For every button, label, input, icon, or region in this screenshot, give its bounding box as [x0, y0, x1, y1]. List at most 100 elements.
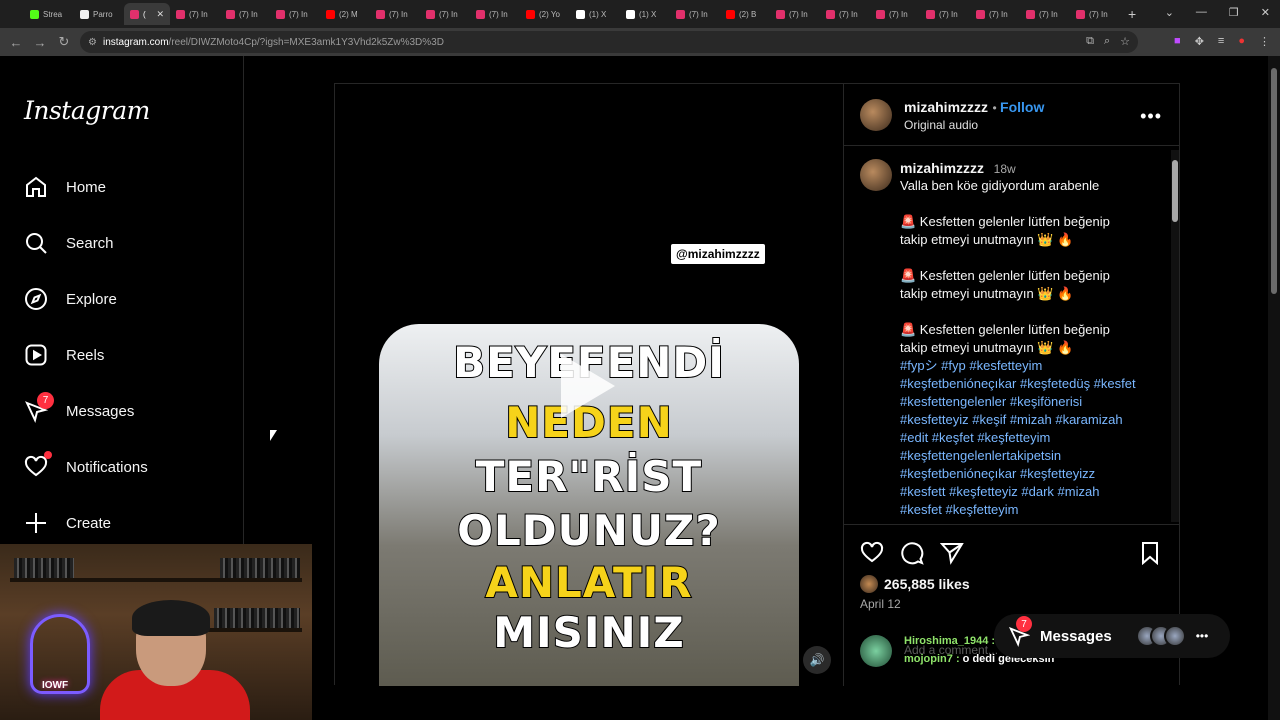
zoom-icon[interactable]: ⌕ — [1104, 35, 1110, 48]
restore-button[interactable]: ❐ — [1229, 6, 1239, 19]
new-tab-button[interactable]: + — [1128, 6, 1136, 22]
back-button[interactable]: ← — [4, 35, 28, 50]
comment-icon[interactable] — [900, 541, 924, 565]
browser-tab[interactable]: (1) X — [570, 3, 620, 25]
browser-tab-strip: Strea Parro(✕ (7) In (7) In (7) In (2) M (7) I… — [0, 0, 1280, 28]
sidebar-item-search[interactable]: Search — [24, 223, 224, 263]
close-tab-icon[interactable]: ✕ — [156, 9, 164, 20]
instagram-logo[interactable]: Instagram — [24, 96, 150, 125]
more-icon[interactable]: ••• — [1196, 629, 1209, 643]
caption-scrollbar[interactable] — [1171, 150, 1179, 522]
reload-button[interactable]: ↻ — [52, 34, 76, 50]
caption-repeat-line: 🚨 Kesfetten gelenler lütfen beğenip — [900, 322, 1110, 337]
browser-tab-label: (1) X — [639, 9, 657, 19]
share-icon[interactable] — [940, 541, 964, 565]
hashtag-line[interactable]: #fypシ #fyp #kesfetteyim — [900, 357, 1042, 375]
browser-tab[interactable]: (7) In — [420, 3, 470, 25]
frame-text-line: MISINIZ — [492, 607, 685, 658]
home-icon — [26, 176, 46, 197]
url-bar[interactable]: ⚙ instagram.com/reel/DIWZMoto4Cp/?igsh=M… — [80, 31, 1138, 53]
browser-tab[interactable]: (2) Yo — [520, 3, 570, 25]
more-options-icon[interactable]: ••• — [1140, 106, 1162, 127]
browser-tab[interactable]: (7) In — [970, 3, 1020, 25]
messages-badge: 7 — [37, 392, 54, 409]
browser-tab[interactable]: (7) In — [370, 3, 420, 25]
bookmark-star-icon[interactable]: ☆ — [1120, 35, 1130, 48]
post-date: April 12 — [860, 597, 901, 611]
reel-viewer: @mizahimzzzz BEYEFENDİ NEDEN TER"RİST OL… — [334, 83, 1180, 686]
page-scrollbar[interactable] — [1268, 56, 1280, 720]
browser-tab[interactable]: (1) X — [620, 3, 670, 25]
save-bookmark-icon[interactable] — [1138, 541, 1162, 565]
messages-label: Messages — [1040, 627, 1112, 645]
sidebar-item-notifications[interactable]: Notifications — [24, 447, 224, 487]
tab-search-icon[interactable]: ⌄ — [1165, 6, 1174, 19]
browser-tab[interactable]: (7) In — [870, 3, 920, 25]
instagram-page: Instagram Home Search Explore Reels 7 Me… — [0, 56, 1280, 720]
avatar[interactable] — [860, 159, 892, 191]
site-info-icon[interactable]: ⚙ — [88, 37, 97, 48]
hashtag-line[interactable]: #edit #keşfet #keşfetteyim — [900, 429, 1050, 447]
browser-tab[interactable]: (7) In — [820, 3, 870, 25]
hashtag-line[interactable]: #kesfet #keşfetteyim — [900, 501, 1019, 519]
browser-tab-label: (7) In — [1089, 9, 1108, 19]
browser-tab[interactable]: (7) In — [170, 3, 220, 25]
tab-favicon-icon — [30, 9, 39, 19]
sidebar-item-home[interactable]: Home — [24, 167, 224, 207]
neon-sign-text: IOWF — [42, 680, 69, 691]
like-heart-icon[interactable] — [860, 541, 884, 565]
browser-tab-label: Strea — [43, 9, 63, 19]
hashtag-line[interactable]: #keşfettengelenlertakipetsin — [900, 447, 1061, 465]
browser-tab-label: (7) In — [839, 9, 858, 19]
browser-tab[interactable]: (✕ — [124, 3, 170, 25]
hashtag-line[interactable]: #keşfetbenióneçıkar #keşfetedüş #kesfet — [900, 375, 1136, 393]
browser-tab[interactable]: Parro — [74, 3, 124, 25]
sidebar-item-explore[interactable]: Explore — [24, 279, 224, 319]
compass-icon — [25, 288, 47, 310]
extensions-puzzle-icon[interactable]: ✥ — [1195, 35, 1204, 48]
post-header: mizahimzzzz • Follow Original audio ••• — [844, 84, 1180, 146]
media-icon[interactable]: ≡ — [1218, 35, 1224, 48]
minimize-button[interactable]: — — [1196, 6, 1207, 19]
close-window-button[interactable]: ✕ — [1261, 6, 1270, 19]
sidebar-item-messages[interactable]: 7 Messages — [24, 391, 224, 431]
install-app-icon[interactable]: ⧉ — [1086, 35, 1094, 48]
hashtag-line[interactable]: #kesfetteyiz #keşif #mizah #karamizah — [900, 411, 1123, 429]
browser-tab[interactable]: (2) B — [720, 3, 770, 25]
browser-menu-icon[interactable]: ⋮ — [1259, 35, 1270, 48]
post-author-username[interactable]: mizahimzzzz — [904, 99, 988, 115]
caption-username[interactable]: mizahimzzzz — [900, 160, 984, 176]
browser-tab[interactable]: (7) In — [1070, 3, 1120, 25]
tab-favicon-icon — [876, 9, 885, 19]
browser-tab-label: (1) X — [589, 9, 607, 19]
browser-tab[interactable]: (7) In — [770, 3, 820, 25]
forward-button[interactable]: → — [28, 35, 52, 50]
sidebar-item-label: Create — [66, 514, 112, 532]
page-scrollbar-thumb[interactable] — [1271, 68, 1277, 294]
hashtag-line[interactable]: #keşfetbenióneçıkar #keşfetteyizz — [900, 465, 1095, 483]
browser-tab[interactable]: (7) In — [220, 3, 270, 25]
sidebar-item-reels[interactable]: Reels — [24, 335, 224, 375]
hashtag-line[interactable]: #kesfett #keşfetteyiz #dark #mizah — [900, 483, 1099, 501]
hashtag-line[interactable]: #kesfettengelenler #keşifönerisi — [900, 393, 1082, 411]
profile-icon[interactable]: ● — [1238, 35, 1245, 48]
avatar[interactable] — [860, 99, 892, 131]
browser-tab[interactable]: (7) In — [670, 3, 720, 25]
browser-tab[interactable]: (7) In — [920, 3, 970, 25]
likes-count[interactable]: 265,885 likes — [860, 575, 970, 593]
follow-button[interactable]: Follow — [1000, 99, 1044, 115]
reel-video[interactable]: @mizahimzzzz BEYEFENDİ NEDEN TER"RİST OL… — [335, 84, 843, 686]
messages-floating-button[interactable]: 7 Messages ••• — [994, 614, 1230, 658]
sidebar-item-create[interactable]: Create — [24, 503, 224, 543]
browser-tab[interactable]: Strea — [24, 3, 74, 25]
browser-tab[interactable]: (7) In — [270, 3, 320, 25]
browser-tab[interactable]: (7) In — [1020, 3, 1070, 25]
extension-icon[interactable]: ■ — [1174, 35, 1181, 48]
browser-tab-label: (2) Yo — [539, 9, 560, 19]
browser-tab[interactable]: (7) In — [470, 3, 520, 25]
volume-icon[interactable]: 🔊 — [803, 646, 831, 674]
caption-scrollbar-thumb[interactable] — [1172, 160, 1178, 222]
audio-label[interactable]: Original audio — [904, 118, 978, 132]
browser-tab[interactable]: (2) M — [320, 3, 370, 25]
play-icon[interactable] — [561, 354, 615, 418]
